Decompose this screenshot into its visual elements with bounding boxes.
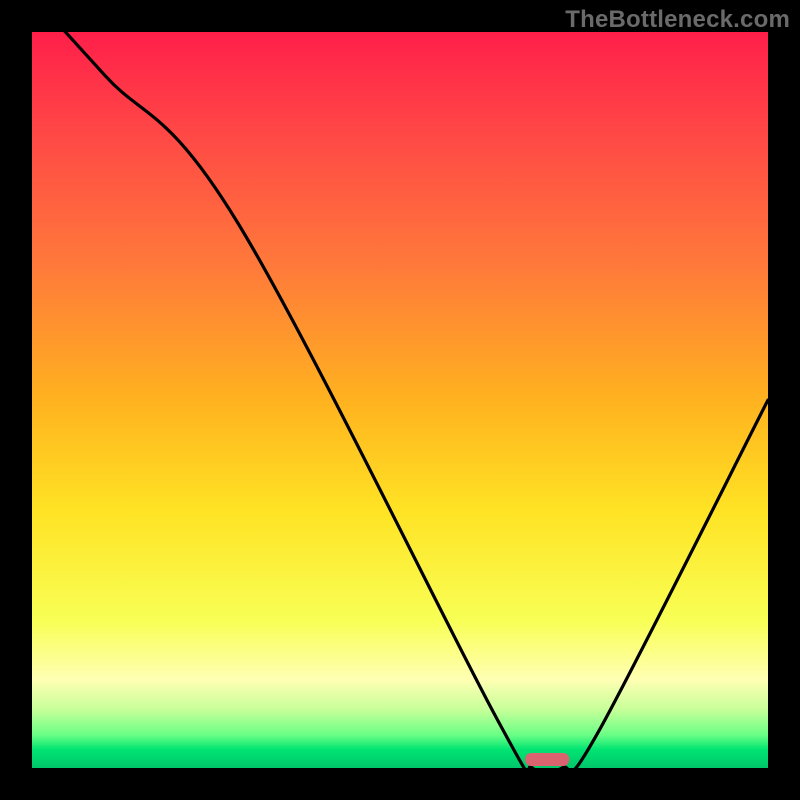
watermark-text: TheBottleneck.com	[565, 6, 790, 34]
plot-area	[32, 32, 768, 768]
chart-svg	[32, 32, 768, 768]
gradient-bg	[32, 32, 768, 768]
optimal-marker	[525, 753, 569, 766]
chart-frame: TheBottleneck.com	[0, 0, 800, 800]
